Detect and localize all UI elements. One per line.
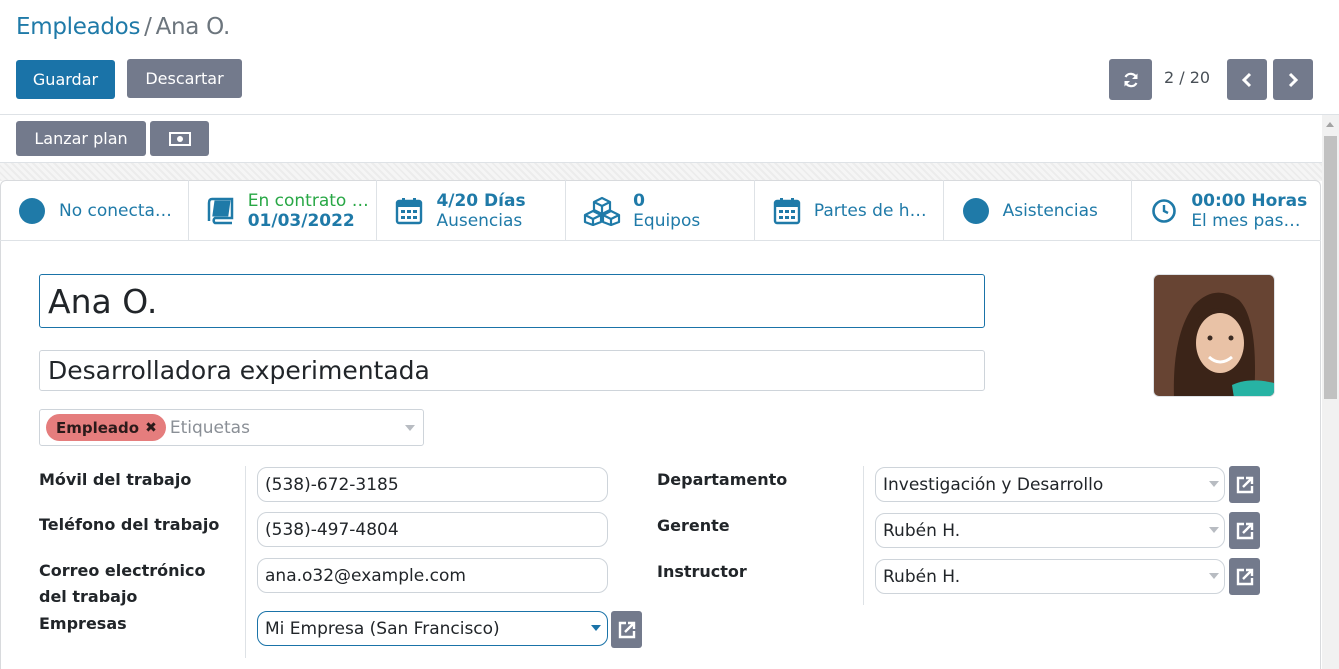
contract-status: En contrato … — [247, 190, 369, 211]
cubes-icon — [583, 196, 621, 226]
column-divider — [245, 466, 246, 658]
refresh-icon — [1123, 72, 1138, 87]
manager-label: Gerente — [657, 516, 730, 535]
mobile-label: Móvil del trabajo — [39, 470, 192, 489]
chevron-left-icon — [1241, 72, 1252, 87]
work-email-input[interactable]: ana.o32@example.com — [257, 558, 608, 593]
external-link-icon — [1236, 476, 1253, 493]
tag-label: Empleado — [56, 418, 140, 437]
breadcrumb: Empleados / Ana O. — [16, 14, 230, 40]
launch-plan-button[interactable]: Lanzar plan — [16, 121, 146, 156]
scroll-up-arrow-icon[interactable] — [1326, 122, 1334, 127]
chevron-right-icon — [1288, 72, 1299, 87]
external-link-icon — [618, 621, 635, 638]
employee-name-input[interactable]: Ana O. — [39, 274, 985, 328]
column-divider — [863, 466, 864, 605]
equipment-count: 0 — [633, 190, 645, 211]
contract-smart-button[interactable]: En contrato … 01/03/2022 — [189, 180, 378, 241]
presence-status-icon — [17, 196, 47, 226]
book-icon — [206, 196, 236, 226]
manager-open-button[interactable] — [1229, 512, 1260, 549]
phone-label: Teléfono del trabajo — [39, 515, 220, 534]
coach-open-button[interactable] — [1229, 558, 1260, 595]
breadcrumb-current: Ana O. — [155, 14, 231, 40]
pager-value[interactable]: 2 / 20 — [1164, 68, 1210, 87]
breadcrumb-separator: / — [144, 14, 152, 40]
work-phone-input[interactable]: (538)-497-4804 — [257, 512, 608, 547]
pager-previous-button[interactable] — [1227, 59, 1267, 100]
mobile-phone-input[interactable]: (538)-672-3185 — [257, 467, 608, 502]
equipment-smart-button[interactable]: 0 Equipos — [566, 180, 755, 241]
external-link-icon — [1236, 568, 1253, 585]
company-select[interactable]: Mi Empresa (San Francisco) — [257, 611, 608, 646]
department-open-button[interactable] — [1229, 466, 1260, 503]
sheet-background — [0, 163, 1322, 181]
scrollbar-thumb[interactable] — [1324, 136, 1337, 399]
coach-label: Instructor — [657, 562, 747, 581]
breadcrumb-employees-link[interactable]: Empleados — [16, 14, 140, 40]
manager-select[interactable]: Rubén H. — [875, 513, 1225, 548]
smart-buttons: No conecta… En contrato … 01/03/2022 4/2… — [0, 180, 1321, 241]
save-button[interactable]: Guardar — [16, 60, 115, 99]
hours-smart-button[interactable]: 00:00 Horas El mes pas… — [1132, 180, 1321, 241]
tag-chip[interactable]: Empleado ✖ — [46, 414, 166, 441]
department-select[interactable]: Investigación y Desarrollo — [875, 467, 1225, 502]
absences-label: Ausencias — [436, 210, 523, 231]
refresh-button[interactable] — [1109, 59, 1152, 100]
contract-date: 01/03/2022 — [247, 210, 355, 231]
tags-field[interactable]: Empleado ✖ Etiquetas — [39, 409, 424, 446]
money-button[interactable] — [150, 121, 209, 156]
email-label-line1: Correo electrónico — [39, 561, 206, 580]
calendar-icon — [394, 196, 424, 226]
presence-smart-button[interactable]: No conecta… — [0, 180, 189, 241]
company-open-button[interactable] — [611, 611, 642, 648]
clock-icon — [1149, 196, 1179, 226]
hours-label: El mes pas… — [1191, 210, 1301, 231]
job-title-input[interactable]: Desarrolladora experimentada — [39, 350, 985, 391]
discard-button[interactable]: Descartar — [127, 59, 242, 98]
email-label-line2: del trabajo — [39, 587, 138, 606]
pager-next-button[interactable] — [1273, 59, 1313, 100]
company-dropdown-caret-icon[interactable] — [591, 625, 601, 631]
coach-dropdown-caret-icon[interactable] — [1209, 573, 1219, 579]
tags-placeholder: Etiquetas — [169, 417, 250, 438]
presence-label: No conecta… — [59, 200, 172, 221]
absences-smart-button[interactable]: 4/20 Días Ausencias — [377, 180, 567, 241]
manager-dropdown-caret-icon[interactable] — [1209, 527, 1219, 533]
money-icon — [168, 131, 191, 146]
calendar-icon — [772, 196, 802, 226]
attendance-smart-button[interactable]: Asistencias — [944, 180, 1133, 241]
attendance-label: Asistencias — [1002, 200, 1098, 221]
department-label: Departamento — [657, 470, 788, 489]
external-link-icon — [1236, 522, 1253, 539]
timesheets-smart-button[interactable]: Partes de h… — [755, 180, 944, 241]
timesheets-label: Partes de h… — [813, 200, 927, 221]
attendance-status-icon — [961, 196, 991, 226]
coach-select[interactable]: Rubén H. — [875, 559, 1225, 594]
hours-value: 00:00 Horas — [1191, 190, 1308, 211]
company-label: Empresas — [39, 614, 127, 633]
remove-tag-icon[interactable]: ✖ — [145, 420, 157, 436]
tags-dropdown-caret-icon[interactable] — [405, 425, 415, 431]
absences-count: 4/20 Días — [436, 190, 526, 211]
department-dropdown-caret-icon[interactable] — [1209, 481, 1219, 487]
equipment-label: Equipos — [633, 210, 701, 231]
employee-avatar[interactable] — [1153, 274, 1275, 397]
